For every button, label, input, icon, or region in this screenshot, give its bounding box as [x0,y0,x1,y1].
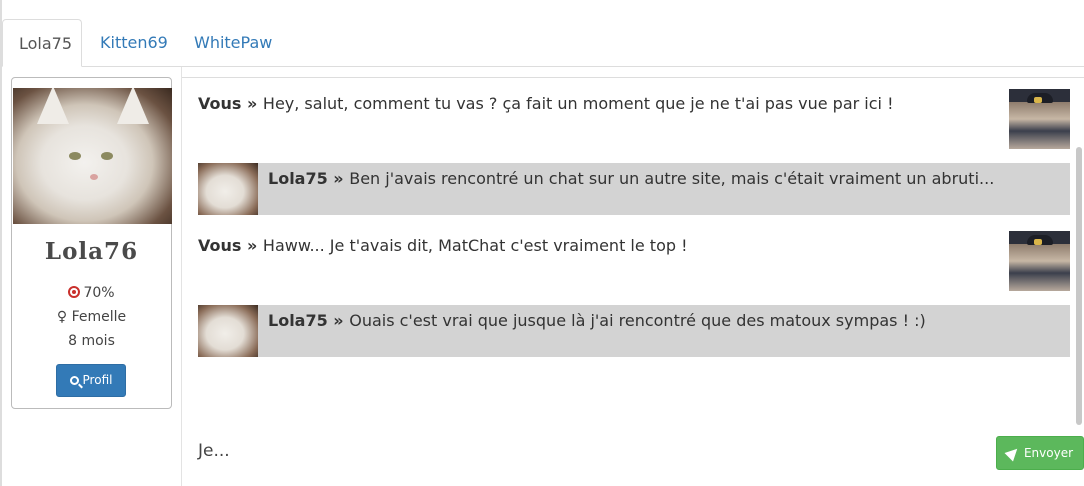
message-incoming: Lola75 » Ouais c'est vrai que jusque là … [198,305,1070,357]
female-icon: ♀ [56,309,68,325]
message-separator: » [327,169,350,188]
message-sender: Lola75 [268,169,328,188]
profile-name: Lola76 [44,238,139,265]
my-avatar [1009,231,1070,291]
tab-whitepaw[interactable]: WhitePaw [178,19,282,67]
profile-match: 70% [12,285,171,301]
profile-button-label: Profil [82,373,113,387]
message-outgoing: Vous » Haww... Je t'avais dit, MatChat c… [198,219,1070,291]
search-icon [69,376,79,385]
message-body: Haww... Je t'avais dit, MatChat c'est vr… [262,236,688,255]
message-separator: » [327,311,350,330]
profile-match-value: 70% [83,285,115,301]
profile-button[interactable]: Profil [56,364,126,397]
message-text: Vous » Haww... Je t'avais dit, MatChat c… [198,236,998,255]
message-body: Ouais c'est vrai que jusque là j'ai renc… [349,311,926,330]
tab-lola75[interactable]: Lola75 [2,19,82,67]
message-body: Hey, salut, comment tu vas ? ça fait un … [262,94,894,113]
message-text: Vous » Hey, salut, comment tu vas ? ça f… [198,94,998,113]
message-incoming: Lola75 » Ben j'avais rencontré un chat s… [198,163,1070,215]
profile-card: Lola76 70% ♀ Femelle 8 mois Profil [11,77,172,409]
profile-photo [13,88,172,224]
message-separator: » [241,94,263,113]
send-button[interactable]: Envoyer [996,436,1084,470]
message-text: Lola75 » Ben j'avais rencontré un chat s… [268,169,1058,188]
message-sender: Vous [198,236,242,255]
window-left-edge [0,0,2,486]
profile-gender-value: Femelle [71,309,127,325]
contact-avatar [198,163,258,215]
send-button-label: Envoyer [1023,446,1074,460]
message-outgoing: Vous » Hey, salut, comment tu vas ? ça f… [198,77,1070,149]
chat-scrollbar[interactable] [1076,147,1082,425]
my-avatar [1009,89,1070,149]
message-body: Ben j'avais rencontré un chat sur un aut… [349,169,995,188]
message-text: Lola75 » Ouais c'est vrai que jusque là … [268,311,1058,330]
tab-kitten69[interactable]: Kitten69 [84,19,176,67]
profile-gender: ♀ Femelle [12,309,171,325]
target-icon [68,286,81,298]
profile-age: 8 mois [68,333,115,349]
message-sender: Vous [198,94,242,113]
message-input[interactable]: Je... [198,441,230,461]
message-sender: Lola75 [268,311,328,330]
paper-plane-icon [1004,444,1022,462]
cat-ear-left [37,88,69,124]
cat-nose [90,174,98,180]
conversation-tabs: Lola75 Kitten69 WhitePaw [0,19,1084,67]
cat-ear-right [117,88,149,124]
message-separator: » [241,236,263,255]
cat-eye-right [101,152,113,160]
contact-avatar [198,305,258,357]
cat-eye-left [69,152,81,160]
